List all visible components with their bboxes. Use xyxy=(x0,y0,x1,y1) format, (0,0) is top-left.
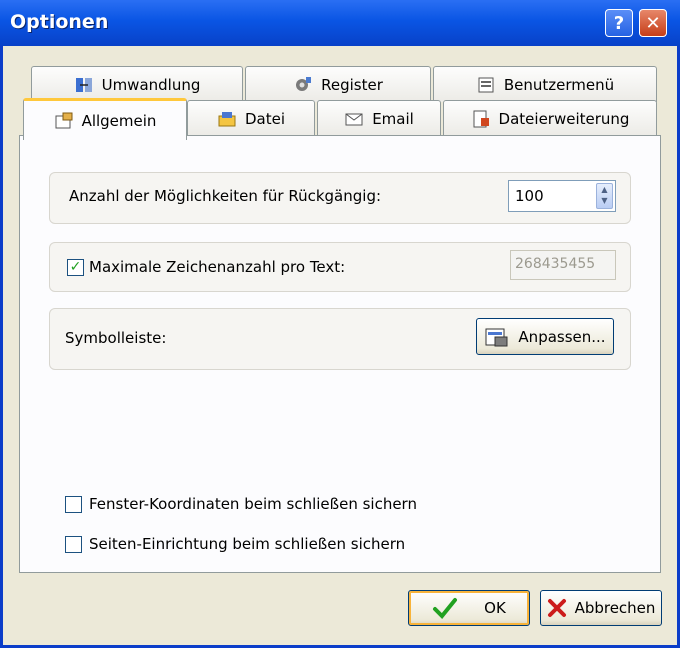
tab-benutzermenu[interactable]: Benutzermenü xyxy=(433,66,657,102)
checkmark-icon xyxy=(433,598,458,619)
close-icon: ✕ xyxy=(645,13,661,34)
tab-label: Dateierweiterung xyxy=(498,109,630,128)
undo-count-value: 100 xyxy=(515,187,544,205)
register-icon xyxy=(296,76,312,91)
tab-label: Allgemein xyxy=(81,111,157,130)
checkmark-icon: ✓ xyxy=(69,259,82,275)
tab-allgemein[interactable]: Allgemein xyxy=(23,98,187,140)
window-title: Optionen xyxy=(10,11,109,33)
ok-button-label: OK xyxy=(484,599,506,617)
cancel-button[interactable]: Abbrechen xyxy=(540,590,662,626)
customize-button-label: Anpassen... xyxy=(518,327,606,346)
tab-label: Umwandlung xyxy=(101,75,201,94)
save-window-coords-checkbox[interactable] xyxy=(65,496,82,513)
tab-label: Register xyxy=(321,75,383,94)
options-dialog: Optionen ? ✕ Umwandlung Register Benutze… xyxy=(0,0,680,648)
toolbar-customize-icon xyxy=(485,328,508,346)
tab-datei[interactable]: Datei xyxy=(187,100,315,136)
general-settings-icon xyxy=(55,112,73,128)
spin-arrows[interactable]: ▲ ▼ xyxy=(596,183,613,209)
title-bar[interactable]: Optionen ? ✕ xyxy=(0,0,680,46)
save-page-setup-checkbox[interactable] xyxy=(65,536,82,553)
tab-label: Email xyxy=(372,109,414,128)
file-extension-icon xyxy=(473,110,489,127)
tab-dateierweiterung[interactable]: Dateierweiterung xyxy=(443,100,657,136)
tab-umwandlung[interactable]: Umwandlung xyxy=(31,66,243,102)
toolbar-label: Symbolleiste: xyxy=(65,329,167,347)
chevron-down-icon: ▼ xyxy=(601,196,608,205)
tab-email[interactable]: Email xyxy=(317,100,441,136)
max-chars-checkbox[interactable]: ✓ xyxy=(67,259,84,276)
customize-button[interactable]: Anpassen... xyxy=(476,318,614,355)
undo-count-stepper[interactable]: 100 ▲ ▼ xyxy=(508,180,616,212)
ok-button[interactable]: OK xyxy=(408,590,530,626)
convert-icon xyxy=(75,77,92,92)
cancel-button-label: Abbrechen xyxy=(574,599,656,617)
undo-label: Anzahl der Möglichkeiten für Rückgängig: xyxy=(69,187,382,205)
max-chars-field: 268435455 xyxy=(510,250,616,280)
help-button[interactable]: ? xyxy=(605,9,633,37)
tab-label: Datei xyxy=(244,109,286,128)
email-icon xyxy=(345,113,363,125)
cancel-x-icon xyxy=(547,599,566,617)
save-window-coords-label: Fenster-Koordinaten beim schließen siche… xyxy=(89,495,417,513)
tab-label: Benutzermenü xyxy=(503,75,615,94)
max-chars-label: Maximale Zeichenanzahl pro Text: xyxy=(89,258,346,276)
chevron-up-icon: ▲ xyxy=(601,185,608,194)
save-page-setup-label: Seiten-Einrichtung beim schließen sicher… xyxy=(89,535,406,553)
file-icon xyxy=(218,111,236,126)
close-button[interactable]: ✕ xyxy=(639,9,667,37)
help-icon: ? xyxy=(613,13,625,34)
user-menu-icon xyxy=(478,77,494,92)
tab-register[interactable]: Register xyxy=(245,66,431,102)
